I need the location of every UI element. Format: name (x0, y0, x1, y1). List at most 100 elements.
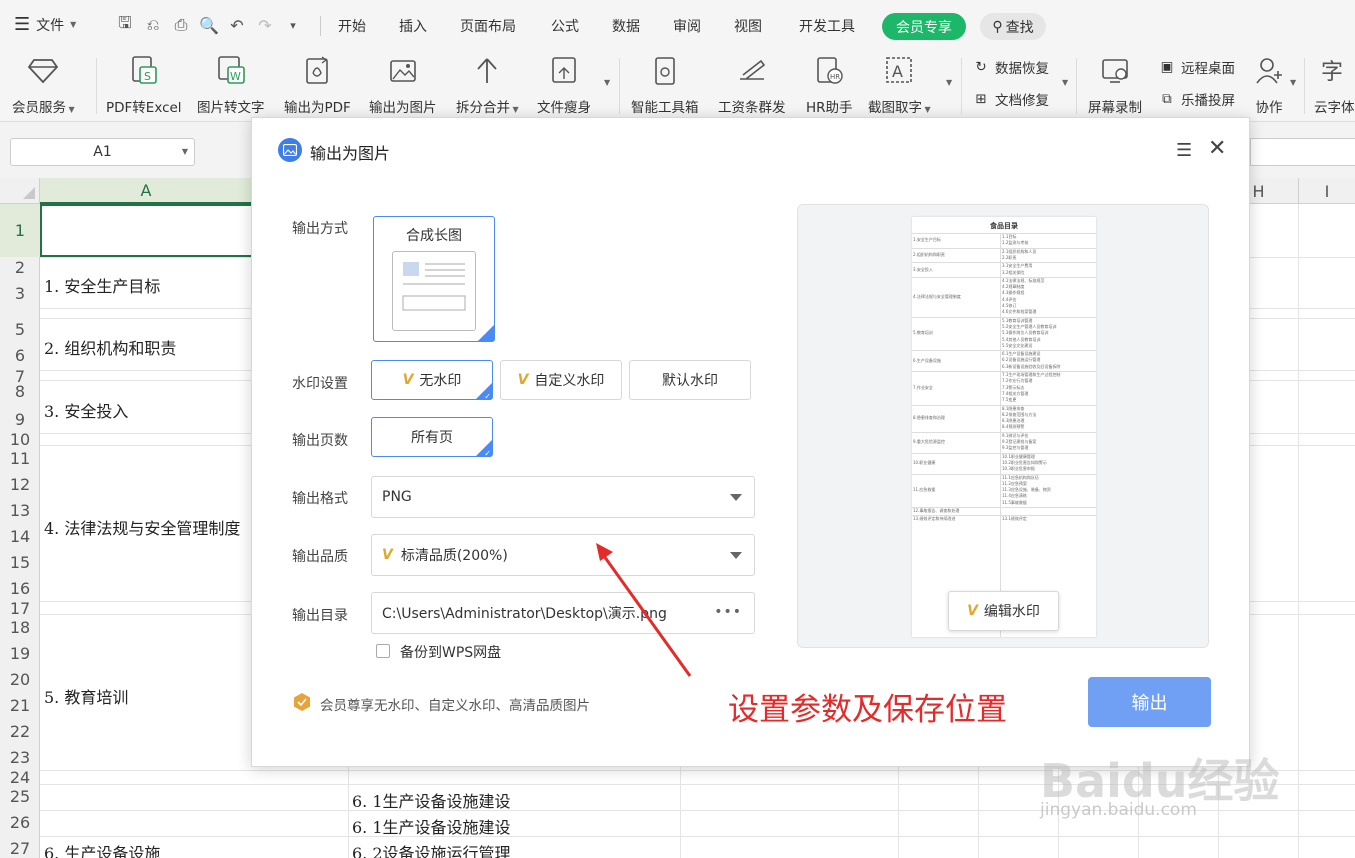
select-all-corner[interactable] (0, 178, 40, 204)
preview-subitem: 6.3新设备设施验收及旧设备拆除 (1002, 363, 1061, 369)
smart-toolbox-button[interactable]: 智能工具箱 (631, 52, 699, 118)
cell-a[interactable]: 2. 组织机构和职责 (44, 335, 176, 359)
pdf-to-excel-button[interactable]: S PDF转Excel (106, 52, 182, 118)
row-header[interactable]: 9 (0, 410, 40, 429)
row-header[interactable]: 23 (0, 748, 40, 767)
export-pdf-button[interactable]: 输出为PDF (284, 52, 351, 118)
row-header[interactable]: 5 (0, 320, 40, 339)
name-box[interactable]: A1 ▼ (10, 138, 195, 166)
cell-a[interactable]: 3. 安全投入 (44, 398, 128, 422)
browse-more-icon[interactable]: ••• (714, 604, 742, 620)
member-service-button[interactable]: 会员服务 ▼ (12, 52, 75, 118)
cell-a[interactable]: 6. 生产设备设施 (44, 840, 160, 858)
row-header[interactable]: 26 (0, 813, 40, 832)
row-header[interactable]: 22 (0, 722, 40, 741)
print-preview-icon[interactable]: 🔍 (198, 14, 220, 36)
customize-toolbar-icon[interactable]: ▾ (282, 14, 304, 36)
row-header[interactable]: 2 (0, 258, 40, 277)
row-header[interactable]: 19 (0, 644, 40, 663)
cell-a[interactable]: 4. 法律法规与安全管理制度 (44, 515, 240, 539)
tab-home[interactable]: 开始 (338, 16, 366, 36)
row-header[interactable]: 11 (0, 449, 40, 468)
formula-input[interactable] (1250, 138, 1355, 166)
tab-formulas[interactable]: 公式 (551, 16, 579, 36)
row-header[interactable]: 18 (0, 618, 40, 637)
cell-a[interactable]: 5. 教育培训 (44, 684, 128, 708)
file-slim-button[interactable]: 文件瘦身 (537, 52, 591, 118)
cell-b[interactable]: 6. 1生产设备设施建设 (352, 814, 511, 838)
row-header[interactable]: 3 (0, 284, 40, 303)
screenshot-text-button[interactable]: A 截图取字 ▼ (868, 52, 931, 118)
column-header-a[interactable]: A (40, 178, 252, 204)
row-header[interactable]: 21 (0, 696, 40, 715)
quality-select[interactable]: V 标清品质(200%) (371, 534, 755, 576)
cast-screen-button[interactable]: ⧉ 乐播投屏 (1158, 89, 1235, 109)
row-header[interactable]: 12 (0, 475, 40, 494)
format-select[interactable]: PNG (371, 476, 755, 518)
ribbon-expand-icon[interactable]: ▼ (946, 78, 952, 87)
collaborate-label: 协作 (1255, 100, 1283, 116)
tab-data[interactable]: 数据 (612, 16, 640, 36)
cell-a[interactable]: 1. 安全生产目标 (44, 273, 160, 297)
row-header[interactable]: 27 (0, 839, 40, 858)
tab-view[interactable]: 视图 (734, 16, 762, 36)
all-pages-option[interactable]: 所有页 (371, 417, 493, 458)
search-button[interactable]: ⚲ 查找 (980, 13, 1046, 40)
custom-watermark-option[interactable]: V 自定义水印 (500, 360, 622, 400)
column-header-i[interactable]: I (1298, 178, 1355, 204)
file-menu[interactable]: ☰ 文件 ▼ (14, 14, 76, 35)
edit-watermark-button[interactable]: V 编辑水印 (948, 591, 1059, 631)
doc-repair-button[interactable]: ⊞ 文档修复 (972, 89, 1049, 109)
payslip-button[interactable]: 工资条群发 (718, 52, 786, 118)
cloud-font-button[interactable]: 字 云字体 (1314, 52, 1355, 118)
collaborate-button[interactable]: 协作 (1252, 52, 1286, 118)
ribbon-expand-icon[interactable]: ▼ (604, 78, 610, 87)
tab-review[interactable]: 审阅 (673, 16, 701, 36)
member-exclusive-tab[interactable]: 会员专享 (882, 13, 966, 40)
no-watermark-option[interactable]: V 无水印 (371, 360, 493, 401)
export-image-button[interactable]: 输出为图片 (369, 52, 437, 118)
tab-insert[interactable]: 插入 (399, 16, 427, 36)
row-header[interactable]: 24 (0, 768, 40, 787)
remote-desktop-button[interactable]: ▣ 远程桌面 (1158, 57, 1235, 77)
hr-assistant-button[interactable]: HR HR助手 (806, 52, 853, 118)
image-to-text-button[interactable]: W 图片转文字 (197, 52, 265, 118)
row-header[interactable]: 1 (0, 204, 40, 257)
row-header[interactable]: 6 (0, 346, 40, 365)
active-cell-a1[interactable] (40, 204, 252, 257)
data-recovery-button[interactable]: ↻ 数据恢复 (972, 57, 1049, 77)
split-merge-button[interactable]: 拆分合并 ▼ (456, 52, 519, 118)
row-header[interactable]: 20 (0, 670, 40, 689)
menu-icon[interactable]: ☰ (1176, 140, 1192, 161)
output-dir-input[interactable]: C:\Users\Administrator\Desktop\演示.png ••… (371, 592, 755, 634)
cell-b[interactable]: 6. 2设备设施运行管理 (352, 840, 511, 858)
save-icon[interactable]: 🖫 (114, 13, 136, 36)
tab-page-layout[interactable]: 页面布局 (460, 16, 516, 36)
row-header[interactable]: 25 (0, 787, 40, 806)
tab-developer[interactable]: 开发工具 (799, 16, 855, 36)
long-image-option[interactable]: 合成长图 (373, 216, 495, 342)
row-header[interactable]: 16 (0, 579, 40, 598)
ribbon-expand-icon[interactable]: ▼ (1290, 78, 1296, 87)
cell-b[interactable]: 6. 1生产设备设施建设 (352, 788, 511, 812)
output-mode-label: 输出方式 (292, 221, 348, 237)
close-icon[interactable]: ✕ (1208, 136, 1226, 161)
redo-icon[interactable]: ↷ (254, 14, 276, 36)
row-header[interactable]: 15 (0, 553, 40, 572)
row-header[interactable]: 17 (0, 599, 40, 618)
default-watermark-option[interactable]: 默认水印 (629, 360, 751, 400)
print-icon[interactable]: ⎙ (170, 14, 192, 36)
undo-icon[interactable]: ↶ (226, 14, 248, 36)
backup-checkbox[interactable] (376, 644, 390, 658)
row-header[interactable]: 10 (0, 430, 40, 449)
format-label: 输出格式 (292, 491, 348, 507)
row-header[interactable]: 14 (0, 527, 40, 546)
row-header[interactable]: 13 (0, 501, 40, 520)
name-box-value: A1 (93, 144, 112, 160)
screen-record-button[interactable]: 屏幕录制 (1088, 52, 1142, 118)
ribbon-expand-icon[interactable]: ▼ (1062, 78, 1068, 87)
split-merge-label: 拆分合并 (456, 100, 510, 116)
format-painter-icon[interactable]: ⎌ (142, 14, 164, 36)
output-button[interactable]: 输出 (1088, 677, 1211, 727)
row-header[interactable]: 8 (0, 382, 40, 401)
